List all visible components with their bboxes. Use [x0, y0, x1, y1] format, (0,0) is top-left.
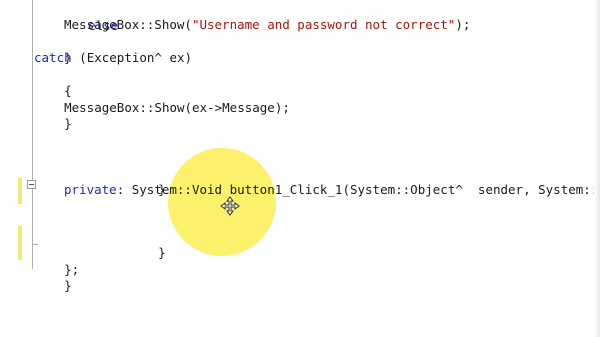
- keyword-private: private: [64, 182, 117, 197]
- code-statement: MessageBox::Show(ex->Message);: [64, 100, 290, 115]
- code-line-class-end: };: [34, 246, 79, 277]
- code-line-method-body-brace: }: [128, 229, 166, 260]
- code-line-method-signature: private: System::Void button1_Click_1(Sy…: [64, 182, 600, 198]
- catch-clause: (Exception^ ex): [71, 50, 193, 65]
- move-cursor-icon: [220, 196, 240, 216]
- brace: }: [158, 245, 166, 260]
- brace: }: [64, 116, 72, 131]
- collapse-icon[interactable]: [27, 180, 36, 189]
- brace: }: [64, 278, 72, 293]
- code-line-catch: catch (Exception^ ex): [34, 50, 192, 66]
- change-marker: [18, 178, 22, 204]
- code-call: MessageBox::Show(: [64, 17, 192, 32]
- keyword-catch: catch: [34, 50, 72, 65]
- editor-right-edge: [594, 0, 600, 337]
- code-editor[interactable]: else MessageBox::Show("Username and pass…: [0, 0, 600, 337]
- code-line-close-brace: }: [34, 100, 72, 131]
- outline-guide: [32, 0, 33, 180]
- code-line-open-brace: {: [34, 67, 72, 98]
- outline-guide: [32, 189, 33, 269]
- code-line-show-message: MessageBox::Show(ex->Message);: [34, 84, 290, 115]
- editor-gutter: [0, 0, 30, 337]
- code-line-method-end-brace: }: [128, 166, 166, 197]
- code-line-close-brace: }: [34, 34, 72, 65]
- outline-guide-end: [32, 244, 38, 245]
- code-line-namespace-end: }: [34, 262, 72, 293]
- code-line-else: else: [58, 2, 118, 33]
- change-marker: [18, 226, 22, 260]
- code-line-messagebox-show: MessageBox::Show("Username and password …: [64, 17, 470, 33]
- string-literal: "Username and password not correct": [191, 17, 456, 32]
- code-terminator: );: [455, 17, 471, 32]
